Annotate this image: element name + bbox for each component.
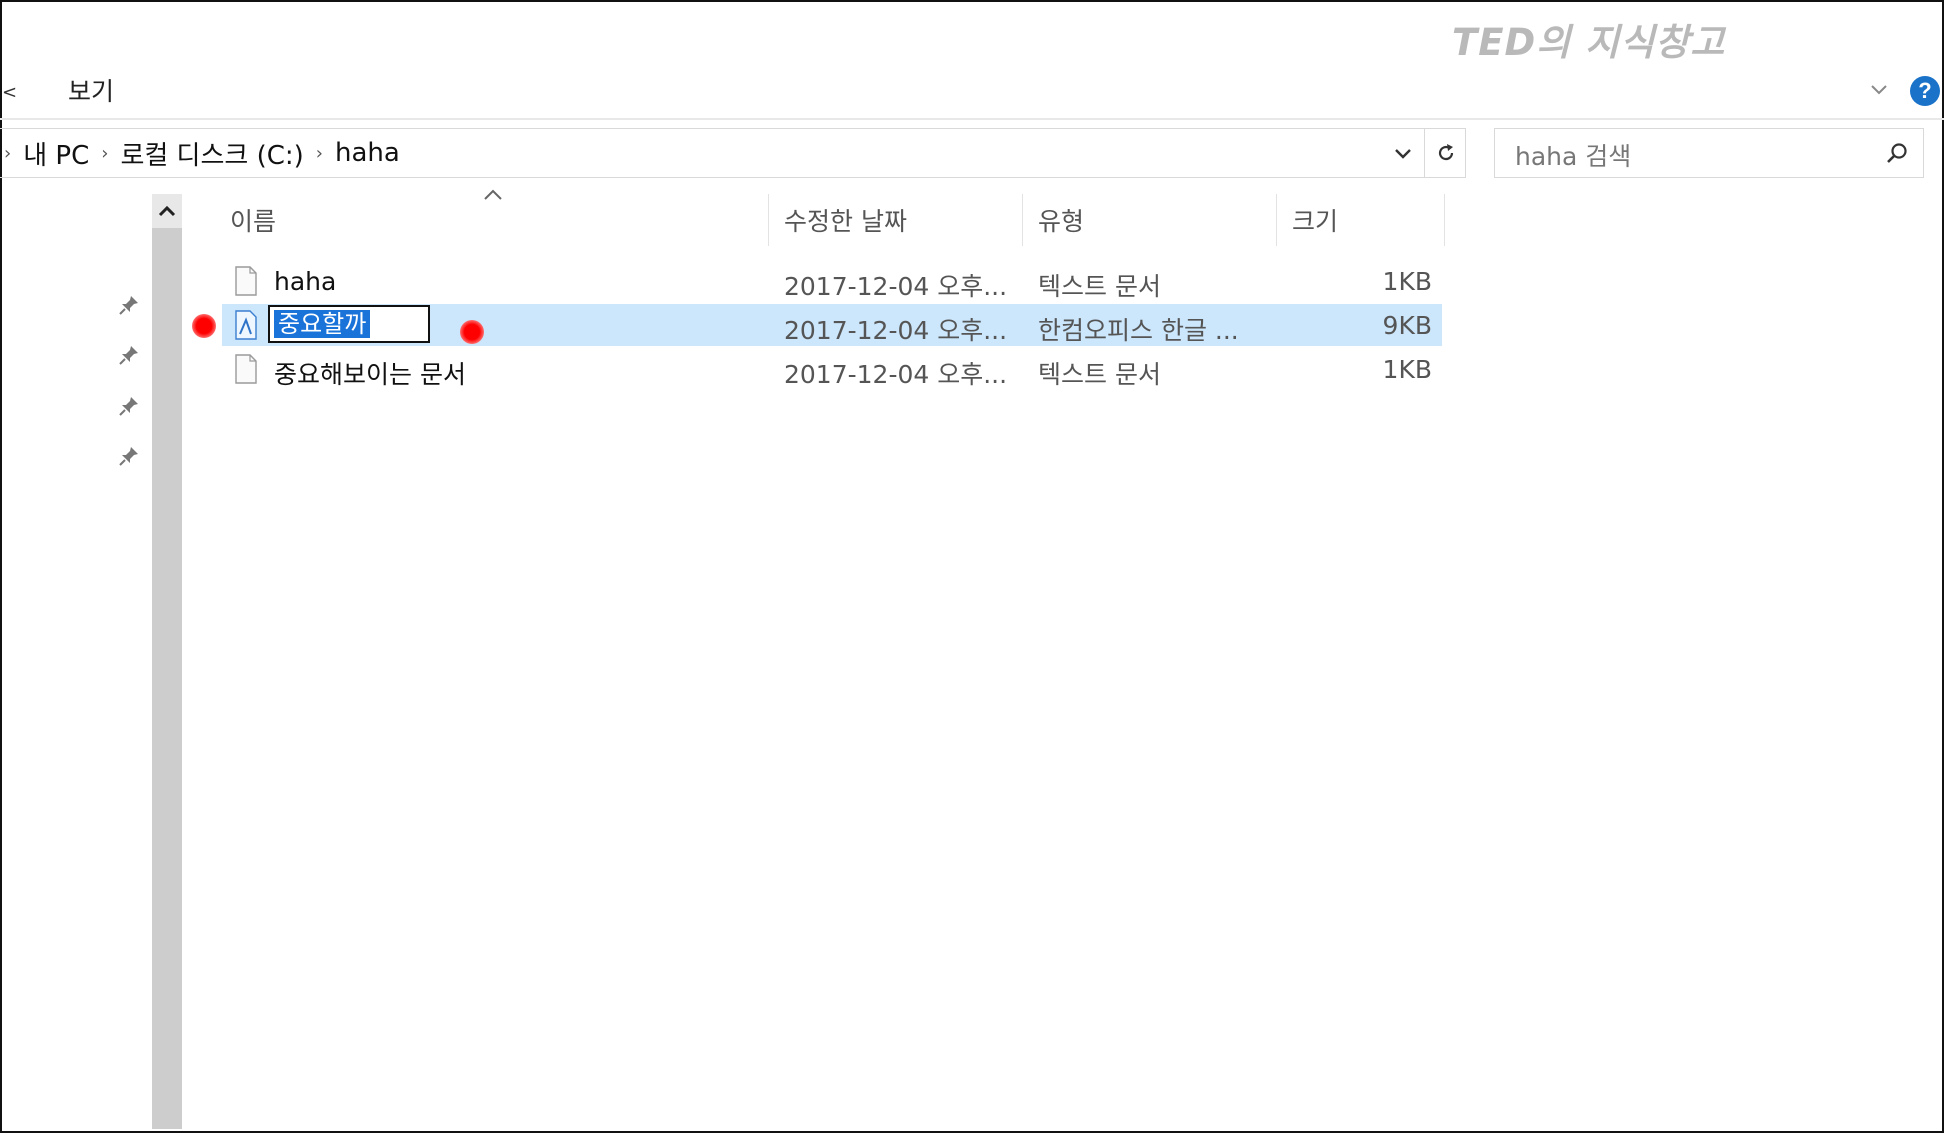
file-name[interactable]: haha [274, 267, 336, 296]
file-date: 2017-12-04 오후... [784, 360, 1008, 389]
scroll-up-button[interactable] [152, 194, 182, 228]
column-divider[interactable] [1276, 194, 1277, 246]
annotation-marker [460, 320, 484, 344]
column-divider[interactable] [1022, 194, 1023, 246]
rename-input[interactable]: 중요할까 [268, 305, 430, 343]
file-type: 한컴오피스 한글 ... [1038, 316, 1239, 345]
chevron-down-icon [1395, 149, 1411, 159]
text-file-icon [235, 266, 257, 296]
ribbon-left-edge: < [2, 82, 18, 103]
file-date: 2017-12-04 오후... [784, 316, 1008, 345]
ribbon-divider [0, 118, 1944, 120]
column-header-date[interactable]: 수정한 날짜 [784, 202, 907, 238]
hwp-file-icon [235, 310, 257, 340]
chevron-right-icon[interactable]: › [4, 143, 11, 164]
pin-icon[interactable] [118, 344, 140, 366]
file-date: 2017-12-04 오후... [784, 272, 1008, 301]
file-type: 텍스트 문서 [1038, 360, 1161, 389]
breadcrumb-haha[interactable]: haha [335, 138, 400, 168]
file-size: 1KB [1382, 355, 1432, 384]
file-name[interactable]: 중요해보이는 문서 [274, 355, 466, 391]
breadcrumb-my-pc[interactable]: 내 PC [23, 135, 89, 172]
text-file-icon [235, 354, 257, 384]
file-size: 1KB [1382, 267, 1432, 296]
chevron-right-icon[interactable]: › [101, 143, 108, 164]
help-icon[interactable]: ? [1910, 76, 1940, 106]
file-size: 9KB [1382, 311, 1432, 340]
table-row[interactable]: 중요해보이는 문서 2017-12-04 오후... 텍스트 문서 1KB [222, 348, 1442, 390]
refresh-button[interactable] [1424, 129, 1466, 177]
watermark: TED의 지식창고 [1452, 21, 1726, 64]
sort-ascending-icon [484, 189, 502, 200]
column-divider[interactable] [768, 194, 769, 246]
column-divider[interactable] [1444, 194, 1445, 246]
rename-selected-text[interactable]: 중요할까 [274, 310, 371, 338]
search-placeholder: haha 검색 [1515, 142, 1632, 171]
table-row-selected[interactable]: 중요할까 2017-12-04 오후... 한컴오피스 한글 ... 9KB [222, 304, 1442, 346]
nav-pane-scrollbar[interactable] [152, 194, 182, 1129]
pin-icon[interactable] [118, 445, 140, 467]
pin-icon[interactable] [118, 395, 140, 417]
breadcrumb-local-disk[interactable]: 로컬 디스크 (C:) [120, 135, 303, 172]
column-header-size[interactable]: 크기 [1292, 202, 1338, 238]
pin-icon[interactable] [118, 294, 140, 316]
address-history-button[interactable] [1388, 129, 1418, 177]
chevron-down-icon[interactable] [1868, 78, 1890, 100]
column-header-type[interactable]: 유형 [1038, 202, 1084, 238]
table-row[interactable]: haha 2017-12-04 오후... 텍스트 문서 1KB [222, 260, 1442, 302]
address-bar[interactable]: › 내 PC › 로컬 디스크 (C:) › haha [0, 128, 1466, 178]
annotation-marker [192, 314, 216, 338]
search-input[interactable]: haha 검색 [1494, 128, 1924, 178]
file-list-header: 이름 수정한 날짜 유형 크기 [218, 189, 1445, 246]
tab-view[interactable]: 보기 [68, 72, 114, 108]
search-icon[interactable] [1885, 141, 1909, 165]
chevron-up-icon [158, 205, 176, 217]
refresh-icon [1438, 144, 1453, 161]
chevron-right-icon[interactable]: › [316, 143, 323, 164]
column-header-name[interactable]: 이름 [230, 202, 276, 238]
file-type: 텍스트 문서 [1038, 272, 1161, 301]
